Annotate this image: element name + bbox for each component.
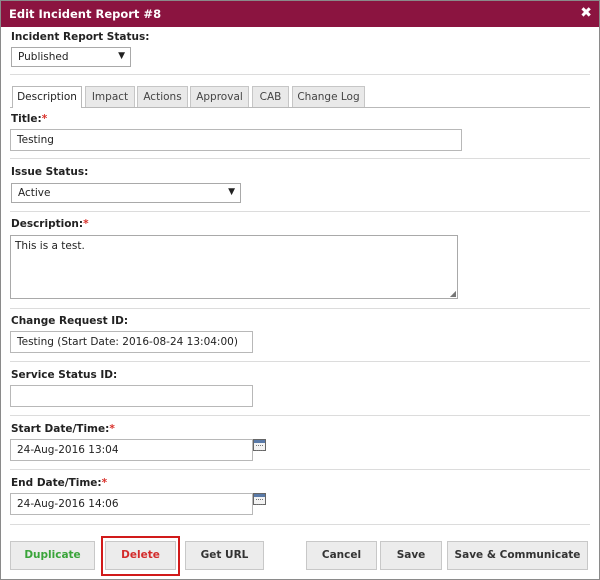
tab-change-log[interactable]: Change Log: [292, 86, 365, 107]
resize-handle-icon[interactable]: ◢: [450, 289, 456, 298]
required-marker: *: [109, 423, 115, 435]
issue-status-label: Issue Status:: [11, 166, 89, 178]
change-request-value: Testing (Start Date: 2016-08-24 13:04:00…: [17, 336, 238, 348]
service-status-label: Service Status ID:: [11, 369, 118, 381]
description-textarea[interactable]: This is a test. ◢: [10, 235, 458, 299]
tab-underline: [10, 107, 590, 108]
duplicate-button[interactable]: Duplicate: [10, 541, 95, 570]
divider: [10, 524, 590, 525]
divider: [10, 415, 590, 416]
start-datetime-input[interactable]: 24-Aug-2016 13:04: [10, 439, 253, 461]
close-icon[interactable]: ✖: [580, 5, 592, 21]
report-status-select[interactable]: Published ▼: [11, 47, 131, 67]
tab-actions[interactable]: Actions: [137, 86, 188, 107]
required-marker: *: [41, 113, 48, 125]
save-and-communicate-button[interactable]: Save & Communicate: [447, 541, 588, 570]
end-datetime-value: 24-Aug-2016 14:06: [17, 498, 119, 510]
report-status-value: Published: [18, 51, 69, 63]
divider: [10, 74, 590, 75]
save-button[interactable]: Save: [380, 541, 442, 570]
tab-bar: Description Impact Actions Approval CAB …: [10, 86, 590, 108]
service-status-input[interactable]: [10, 385, 253, 407]
start-datetime-value: 24-Aug-2016 13:04: [17, 444, 119, 456]
change-request-input[interactable]: Testing (Start Date: 2016-08-24 13:04:00…: [10, 331, 253, 353]
divider: [10, 158, 590, 159]
divider: [10, 469, 590, 470]
divider: [10, 308, 590, 309]
title-value: Testing: [17, 134, 54, 146]
start-datetime-label: Start Date/Time:*: [11, 423, 115, 435]
end-datetime-label: End Date/Time:*: [11, 477, 108, 489]
chevron-down-icon: ▼: [228, 187, 235, 197]
tab-impact[interactable]: Impact: [85, 86, 135, 107]
change-request-label: Change Request ID:: [11, 315, 129, 327]
divider: [10, 361, 590, 362]
divider: [10, 211, 590, 212]
get-url-button[interactable]: Get URL: [185, 541, 264, 570]
dialog-title: Edit Incident Report #8: [9, 7, 162, 21]
required-marker: *: [101, 477, 108, 489]
tab-cab[interactable]: CAB: [252, 86, 289, 107]
tab-approval[interactable]: Approval: [190, 86, 249, 107]
description-label: Description:*: [11, 218, 89, 230]
title-label: Title:*: [11, 113, 48, 125]
cancel-button[interactable]: Cancel: [306, 541, 377, 570]
issue-status-value: Active: [18, 187, 51, 199]
report-status-label: Incident Report Status:: [11, 31, 150, 43]
delete-highlight-box: [101, 536, 180, 576]
issue-status-select[interactable]: Active ▼: [11, 183, 241, 203]
dialog-titlebar[interactable]: Edit Incident Report #8 ✖: [1, 1, 599, 27]
end-datetime-input[interactable]: 24-Aug-2016 14:06: [10, 493, 253, 515]
chevron-down-icon: ▼: [118, 51, 125, 61]
edit-incident-dialog: Edit Incident Report #8 ✖ Incident Repor…: [0, 0, 600, 580]
title-input[interactable]: Testing: [10, 129, 462, 151]
calendar-icon[interactable]: [253, 439, 266, 451]
tab-description[interactable]: Description: [12, 86, 82, 108]
required-marker: *: [83, 218, 89, 230]
description-value: This is a test.: [15, 240, 85, 252]
calendar-icon[interactable]: [253, 493, 266, 505]
